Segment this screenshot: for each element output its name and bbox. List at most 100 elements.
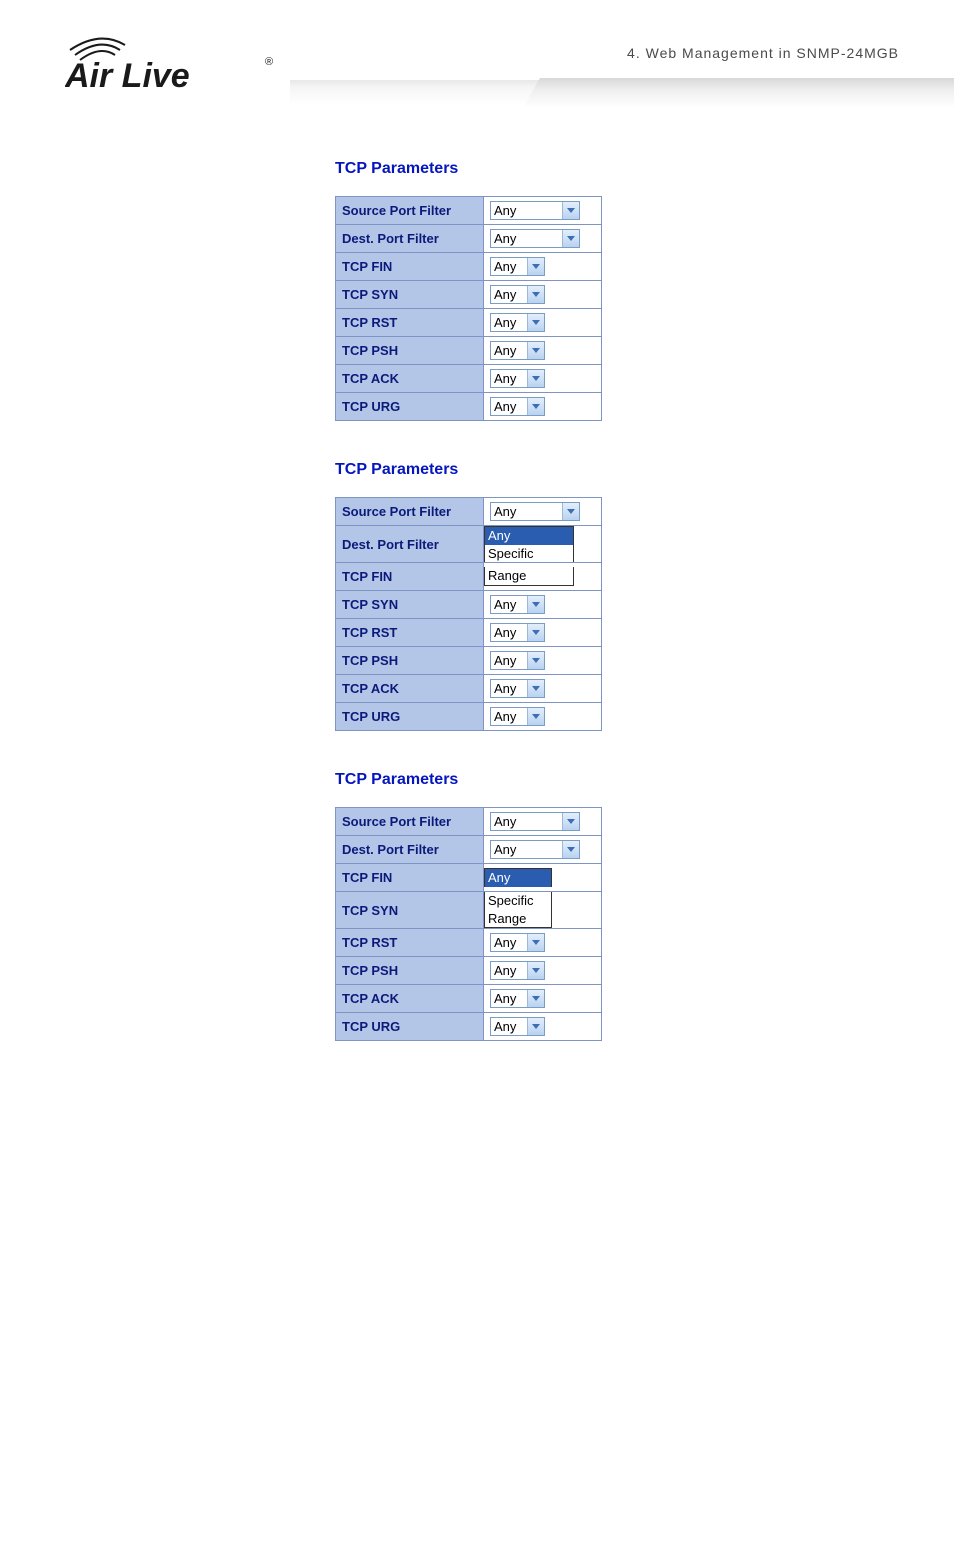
section-title: TCP Parameters	[335, 461, 895, 479]
tcp-urg-select[interactable]: Any	[490, 707, 545, 726]
source-port-filter-select[interactable]: Any	[490, 502, 580, 521]
tcp-psh-select[interactable]: Any	[490, 961, 545, 980]
tcp-ack-select[interactable]: Any	[490, 989, 545, 1008]
dest-port-filter-select[interactable]: Any	[490, 229, 580, 248]
dropdown-text: Any	[491, 314, 527, 331]
section-title: TCP Parameters	[335, 160, 895, 178]
dropdown-text: Any	[491, 624, 527, 641]
chevron-down-icon	[527, 680, 544, 697]
tcp-urg-select[interactable]: Any	[490, 397, 545, 416]
dest-port-filter-options-cont[interactable]: Specific Range	[484, 892, 552, 928]
value-cell: Any	[484, 498, 602, 526]
source-port-filter-options-cont[interactable]: Range	[484, 567, 574, 586]
chevron-down-icon	[527, 708, 544, 725]
tcp-rst-select[interactable]: Any	[490, 313, 545, 332]
tcp-syn-select[interactable]: Any	[490, 285, 545, 304]
label: Dest. Port Filter	[336, 526, 484, 563]
tcp-syn-select[interactable]: Any	[490, 595, 545, 614]
chevron-down-icon	[527, 370, 544, 387]
logo: Air Live ®	[65, 35, 275, 100]
label: TCP PSH	[336, 647, 484, 675]
chevron-down-icon	[527, 990, 544, 1007]
chevron-down-icon	[527, 398, 544, 415]
tcp-ack-select[interactable]: Any	[490, 679, 545, 698]
row-tcp-fin: TCP FINAny	[336, 253, 602, 281]
dropdown-text: Any	[491, 652, 527, 669]
dropdown-text: Any	[491, 342, 527, 359]
label: TCP PSH	[336, 337, 484, 365]
row-tcp-fin: TCP FIN Range	[336, 563, 602, 591]
dropdown-text: Any	[491, 990, 527, 1007]
label: Source Port Filter	[336, 197, 484, 225]
chevron-down-icon	[562, 813, 579, 830]
option-any[interactable]: Any	[485, 869, 551, 887]
tcp-rst-select[interactable]: Any	[490, 623, 545, 642]
chevron-down-icon	[527, 624, 544, 641]
label: TCP ACK	[336, 675, 484, 703]
label: Dest. Port Filter	[336, 225, 484, 253]
tcp-psh-select[interactable]: Any	[490, 651, 545, 670]
row-tcp-fin: TCP FIN Any	[336, 864, 602, 892]
row-tcp-ack: TCP ACK Any	[336, 675, 602, 703]
tcp-fin-select[interactable]: Any	[490, 257, 545, 276]
row-dest-port-filter: Dest. Port Filter Any	[336, 836, 602, 864]
row-tcp-syn: TCP SYN Any	[336, 591, 602, 619]
label: TCP FIN	[336, 563, 484, 591]
option-any[interactable]: Any	[485, 527, 573, 545]
row-tcp-ack: TCP ACK Any	[336, 985, 602, 1013]
row-tcp-psh: TCP PSH Any	[336, 647, 602, 675]
row-tcp-syn: TCP SYN Any	[336, 281, 602, 309]
chevron-down-icon	[527, 286, 544, 303]
chevron-down-icon	[527, 962, 544, 979]
tcp-urg-select[interactable]: Any	[490, 1017, 545, 1036]
value-cell: Any	[484, 197, 602, 225]
dropdown-text: Any	[491, 202, 562, 219]
label: Source Port Filter	[336, 498, 484, 526]
dest-port-filter-select[interactable]: Any	[490, 840, 580, 859]
option-range[interactable]: Range	[485, 910, 551, 928]
label: TCP SYN	[336, 591, 484, 619]
row-source-port-filter: Source Port Filter Any	[336, 808, 602, 836]
dest-port-filter-options[interactable]: Any	[484, 868, 552, 887]
tcp-psh-select[interactable]: Any	[490, 341, 545, 360]
chevron-down-icon	[562, 503, 579, 520]
label: TCP URG	[336, 703, 484, 731]
chevron-down-icon	[527, 934, 544, 951]
label: TCP ACK	[336, 985, 484, 1013]
option-specific[interactable]: Specific	[485, 545, 573, 563]
page-header: Air Live ® 4. Web Management in SNMP-24M…	[0, 0, 954, 100]
section-title: TCP Parameters	[335, 771, 895, 789]
row-source-port-filter: Source Port Filter Any	[336, 197, 602, 225]
source-port-filter-select[interactable]: Any	[490, 201, 580, 220]
row-tcp-rst: TCP RST Any	[336, 929, 602, 957]
chevron-down-icon	[527, 258, 544, 275]
dropdown-text: Any	[491, 841, 562, 858]
option-specific[interactable]: Specific	[485, 892, 551, 910]
option-range[interactable]: Range	[485, 567, 573, 585]
chevron-down-icon	[527, 342, 544, 359]
label: TCP FIN	[336, 864, 484, 892]
breadcrumb: 4. Web Management in SNMP-24MGB	[627, 45, 899, 61]
tcp-rst-select[interactable]: Any	[490, 933, 545, 952]
dropdown-text: Any	[491, 962, 527, 979]
dropdown-text: Any	[491, 934, 527, 951]
label: TCP SYN	[336, 281, 484, 309]
tcp-params-table-1: Source Port Filter Any Dest. Port Filter…	[335, 196, 602, 421]
dropdown-text: Any	[491, 286, 527, 303]
content-area: TCP Parameters Source Port Filter Any De…	[335, 160, 895, 1041]
chevron-down-icon	[562, 202, 579, 219]
label: TCP RST	[336, 619, 484, 647]
chevron-down-icon	[527, 596, 544, 613]
source-port-filter-select[interactable]: Any	[490, 812, 580, 831]
source-port-filter-options[interactable]: Any Specific	[484, 526, 574, 562]
chevron-down-icon	[562, 230, 579, 247]
svg-text:®: ®	[265, 56, 273, 68]
tcp-params-table-3: Source Port Filter Any Dest. Port Filter…	[335, 807, 602, 1041]
row-dest-port-filter: Dest. Port Filter Any	[336, 225, 602, 253]
dropdown-text: Any	[491, 258, 527, 275]
row-tcp-rst: TCP RST Any	[336, 619, 602, 647]
chevron-down-icon	[562, 841, 579, 858]
tcp-ack-select[interactable]: Any	[490, 369, 545, 388]
chevron-down-icon	[527, 652, 544, 669]
label: TCP RST	[336, 929, 484, 957]
